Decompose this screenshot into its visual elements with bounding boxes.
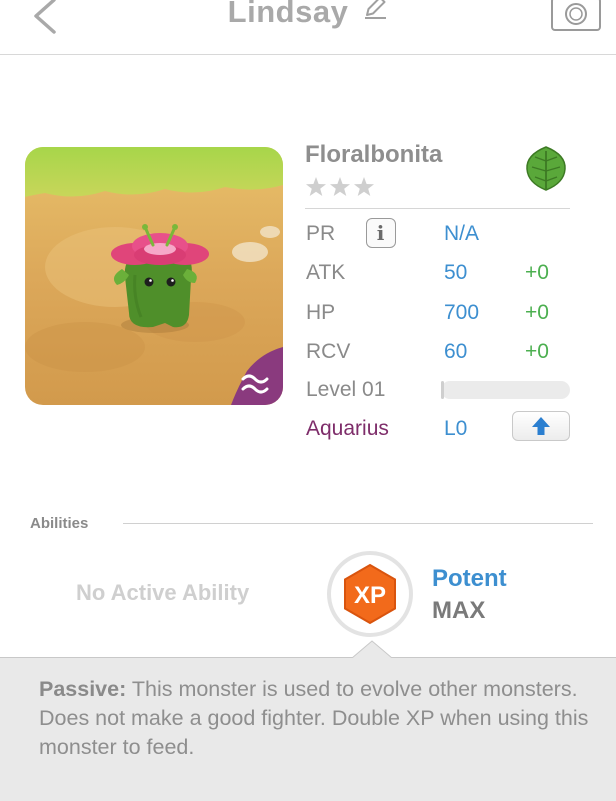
level-progress-bar: [441, 381, 570, 399]
divider: [305, 208, 570, 209]
star-icon: [330, 177, 350, 196]
arrow-up-icon: [532, 417, 550, 435]
monster-portrait[interactable]: [25, 147, 283, 405]
info-icon: i: [376, 221, 385, 245]
rcv-value: 60: [444, 340, 468, 363]
pr-value: N/A: [444, 222, 480, 245]
hp-label: HP: [306, 301, 336, 324]
rcv-bonus: +0: [525, 340, 549, 363]
xp-badge-text: XP: [354, 582, 386, 609]
xp-badge[interactable]: XP: [327, 551, 413, 637]
latent-label: Aquarius: [306, 417, 389, 440]
active-ability-text: No Active Ability: [76, 580, 250, 605]
panel-pointer: [352, 640, 392, 658]
page-title: Lindsay: [227, 0, 349, 29]
hp-value: 700: [444, 301, 480, 324]
monster-image: [25, 147, 283, 405]
hp-bonus: +0: [525, 301, 549, 324]
monster-name: Floralbonita: [305, 141, 443, 168]
leaf-icon: [526, 146, 566, 191]
xp-icon: XP: [327, 551, 413, 637]
level-label: Level 01: [306, 378, 386, 401]
pr-label: PR: [306, 222, 336, 245]
potency-label: Potent: [432, 565, 507, 592]
rarity-stars: [306, 177, 374, 196]
abilities-divider: [123, 523, 593, 524]
camera-icon[interactable]: [550, 0, 602, 32]
star-icon: [306, 177, 326, 196]
passive-description: Passive: This monster is used to evolve …: [39, 675, 599, 762]
abilities-heading: Abilities: [30, 515, 89, 532]
upgrade-button[interactable]: [512, 411, 570, 441]
top-bar: Lindsay: [0, 0, 616, 55]
level-progress-fill: [441, 381, 444, 399]
title-area: Lindsay: [0, 0, 616, 30]
passive-label: Passive:: [39, 677, 127, 701]
atk-bonus: +0: [525, 261, 549, 284]
pencil-icon[interactable]: [362, 0, 388, 20]
star-icon: [354, 177, 374, 196]
atk-value: 50: [444, 261, 468, 284]
rcv-label: RCV: [306, 340, 351, 363]
info-button[interactable]: i: [366, 218, 396, 248]
atk-label: ATK: [306, 261, 346, 284]
potency-level: MAX: [432, 597, 486, 624]
latent-value: L0: [444, 417, 468, 440]
